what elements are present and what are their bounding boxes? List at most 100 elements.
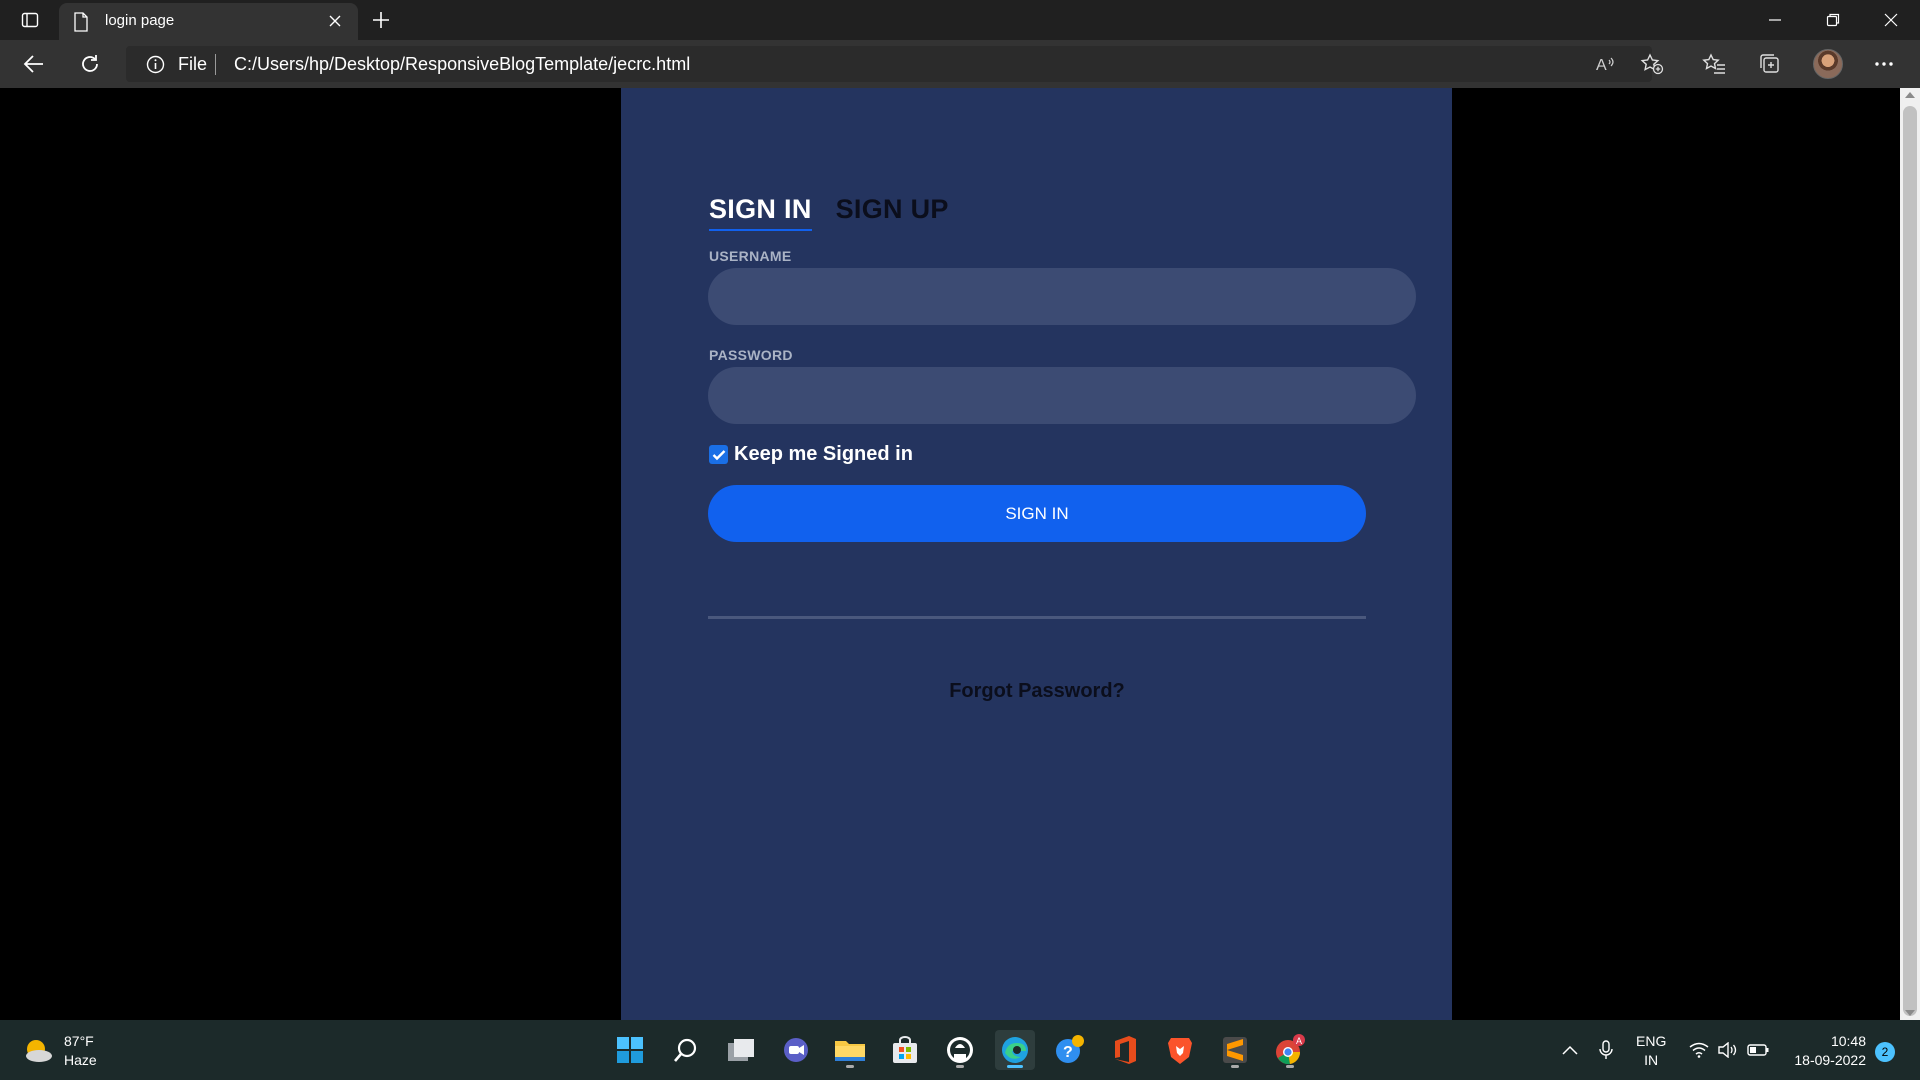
weather-widget[interactable]: 87°F Haze bbox=[22, 1032, 97, 1070]
tab-sign-up[interactable]: SIGN UP bbox=[836, 194, 949, 231]
wifi-icon bbox=[1689, 1042, 1709, 1058]
restore-icon bbox=[1826, 13, 1840, 27]
taskbar-search-button[interactable] bbox=[666, 1030, 706, 1070]
chat-icon bbox=[784, 1038, 808, 1062]
start-button[interactable] bbox=[610, 1030, 650, 1070]
language-indicator[interactable]: ENG IN bbox=[1636, 1032, 1666, 1070]
weather-condition: Haze bbox=[64, 1052, 97, 1068]
close-tab-icon[interactable] bbox=[328, 14, 342, 28]
close-icon bbox=[1884, 13, 1898, 27]
battery-tray-icon[interactable] bbox=[1747, 1020, 1769, 1080]
browser-toolbar: File C:/Users/hp/Desktop/ResponsiveBlogT… bbox=[0, 40, 1920, 88]
minimize-icon bbox=[1769, 19, 1781, 21]
scroll-up-arrow-icon[interactable] bbox=[1905, 92, 1915, 98]
show-hidden-icons-button[interactable] bbox=[1560, 1020, 1580, 1080]
password-input[interactable] bbox=[708, 367, 1416, 424]
username-label: USERNAME bbox=[709, 248, 792, 264]
refresh-button[interactable] bbox=[74, 50, 106, 78]
address-bar[interactable]: File C:/Users/hp/Desktop/ResponsiveBlogT… bbox=[126, 46, 1652, 82]
svg-text:?: ? bbox=[1063, 1044, 1073, 1061]
github-icon bbox=[947, 1037, 973, 1063]
office-icon bbox=[1115, 1036, 1136, 1064]
username-input[interactable] bbox=[708, 268, 1416, 325]
notification-badge[interactable]: 2 bbox=[1875, 1042, 1895, 1062]
battery-icon bbox=[1747, 1044, 1769, 1056]
keep-signed-in-label[interactable]: Keep me Signed in bbox=[734, 443, 913, 466]
profile-avatar[interactable] bbox=[1813, 49, 1843, 79]
system-clock[interactable]: 10:48 18-09-2022 bbox=[1786, 1032, 1866, 1070]
chrome-button[interactable]: A bbox=[1270, 1030, 1310, 1070]
address-url[interactable]: C:/Users/hp/Desktop/ResponsiveBlogTempla… bbox=[234, 54, 690, 75]
login-card: SIGN IN SIGN UP USERNAME PASSWORD Keep m… bbox=[621, 88, 1452, 1020]
tab-actions-icon[interactable] bbox=[14, 8, 46, 32]
plus-icon bbox=[373, 12, 389, 28]
brave-icon bbox=[1168, 1038, 1192, 1064]
edge-button[interactable] bbox=[995, 1030, 1035, 1070]
clock-time: 10:48 bbox=[1830, 1033, 1866, 1049]
more-menu-icon[interactable] bbox=[1870, 52, 1898, 76]
microphone-icon bbox=[1599, 1040, 1613, 1059]
weather-temperature: 87°F bbox=[64, 1033, 94, 1049]
sign-in-button[interactable]: SIGN IN bbox=[708, 485, 1366, 542]
auth-tabs: SIGN IN SIGN UP bbox=[709, 194, 949, 231]
file-explorer-button[interactable] bbox=[830, 1030, 870, 1070]
volume-tray-icon[interactable] bbox=[1717, 1020, 1739, 1080]
running-indicator bbox=[1286, 1065, 1294, 1068]
add-favorite-icon[interactable] bbox=[1638, 52, 1666, 76]
windows-taskbar: 87°F Haze ? A ENG IN 10:48 18-09-2022 2 bbox=[0, 1020, 1920, 1080]
brave-button[interactable] bbox=[1160, 1030, 1200, 1070]
divider bbox=[708, 616, 1366, 619]
page-icon bbox=[73, 12, 89, 32]
info-icon[interactable] bbox=[146, 55, 165, 74]
back-button[interactable] bbox=[18, 50, 50, 78]
running-indicator bbox=[846, 1065, 854, 1068]
page-scrollbar[interactable] bbox=[1900, 88, 1920, 1020]
github-button[interactable] bbox=[940, 1030, 980, 1070]
help-icon: ? bbox=[1056, 1035, 1084, 1063]
tab-title: login page bbox=[105, 12, 175, 29]
svg-text:A: A bbox=[1596, 57, 1607, 74]
language-code: ENG bbox=[1636, 1033, 1667, 1049]
address-scheme-label: File bbox=[178, 54, 208, 74]
collections-icon[interactable] bbox=[1756, 52, 1784, 76]
microphone-tray-icon[interactable] bbox=[1596, 1020, 1616, 1080]
teams-chat-button[interactable] bbox=[776, 1030, 816, 1070]
chevron-up-icon bbox=[1562, 1045, 1578, 1055]
store-button[interactable] bbox=[885, 1030, 925, 1070]
keep-signed-in-checkbox[interactable] bbox=[709, 445, 728, 464]
tab-sign-in[interactable]: SIGN IN bbox=[709, 194, 812, 231]
clock-date: 18-09-2022 bbox=[1794, 1052, 1866, 1068]
running-indicator bbox=[956, 1065, 964, 1068]
help-button[interactable]: ? bbox=[1050, 1030, 1090, 1070]
svg-text:A: A bbox=[1296, 1036, 1302, 1046]
language-region: IN bbox=[1644, 1052, 1659, 1068]
keep-signed-in-row[interactable]: Keep me Signed in bbox=[709, 443, 913, 466]
task-view-icon bbox=[728, 1039, 754, 1061]
new-tab-button[interactable] bbox=[368, 8, 394, 32]
task-view-button[interactable] bbox=[721, 1030, 761, 1070]
read-aloud-icon[interactable]: A bbox=[1592, 52, 1620, 76]
chrome-icon: A bbox=[1276, 1034, 1305, 1065]
refresh-icon bbox=[82, 55, 98, 72]
page-viewport: SIGN IN SIGN UP USERNAME PASSWORD Keep m… bbox=[0, 88, 1900, 1020]
windows-logo-icon bbox=[617, 1037, 643, 1063]
browser-tab-active[interactable]: login page bbox=[59, 3, 358, 40]
sublime-text-button[interactable] bbox=[1215, 1030, 1255, 1070]
search-icon bbox=[674, 1038, 697, 1062]
checkmark-icon bbox=[712, 449, 725, 460]
browser-tab-bar: login page bbox=[0, 0, 1920, 40]
restore-button[interactable] bbox=[1805, 0, 1861, 40]
favorites-icon[interactable] bbox=[1700, 52, 1728, 76]
minimize-button[interactable] bbox=[1747, 0, 1803, 40]
weather-haze-icon bbox=[26, 1040, 52, 1062]
office-button[interactable] bbox=[1105, 1030, 1145, 1070]
wifi-tray-icon[interactable] bbox=[1688, 1020, 1710, 1080]
scroll-down-arrow-icon[interactable] bbox=[1905, 1010, 1915, 1016]
running-indicator bbox=[1007, 1065, 1023, 1068]
folder-icon bbox=[835, 1041, 865, 1061]
sublime-icon bbox=[1223, 1037, 1247, 1063]
scrollbar-thumb[interactable] bbox=[1903, 106, 1917, 1016]
close-window-button[interactable] bbox=[1863, 0, 1919, 40]
forgot-password-text[interactable]: Forgot Password? bbox=[949, 680, 1125, 702]
forgot-password-link[interactable]: Forgot Password? bbox=[708, 680, 1366, 703]
